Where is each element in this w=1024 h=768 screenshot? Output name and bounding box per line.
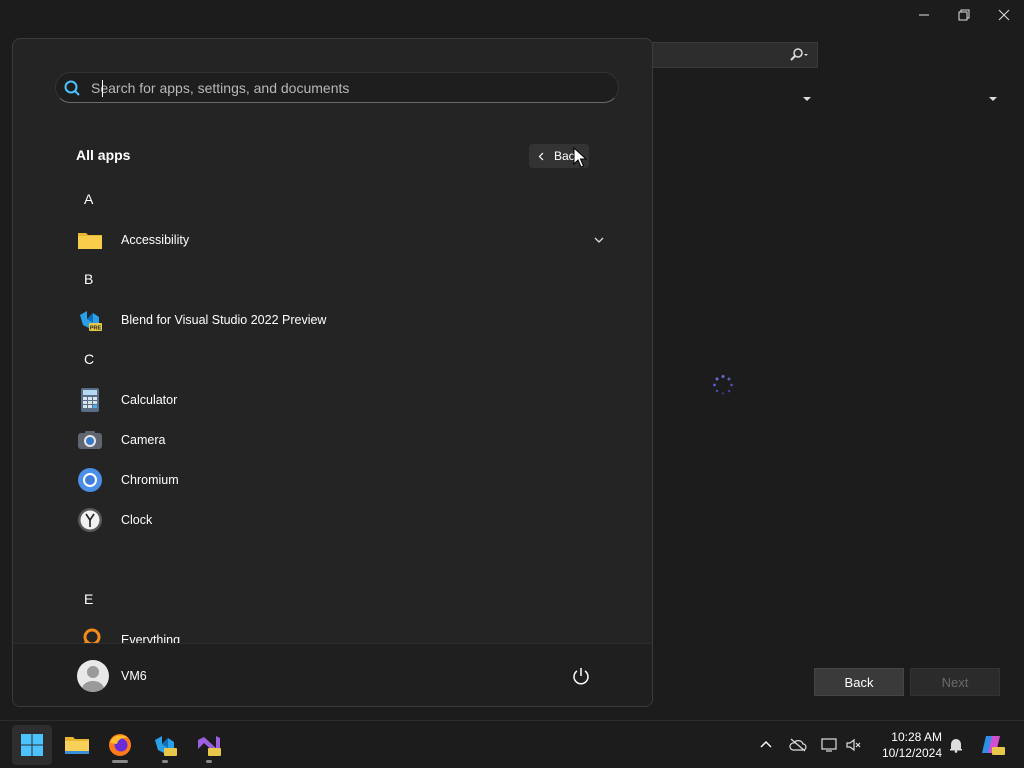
firefox-icon	[109, 734, 131, 756]
svg-text:PRE: PRE	[90, 326, 102, 332]
search-icon	[790, 48, 808, 61]
running-indicator	[112, 760, 128, 763]
clock-date: 10/12/2024	[881, 746, 942, 760]
taskbar: 10:28 AM 10/12/2024	[0, 720, 1024, 768]
chevron-left-icon	[538, 152, 544, 160]
chevron-up-icon	[760, 741, 772, 748]
text-caret	[102, 80, 103, 97]
wizard-next-button[interactable]: Next	[910, 668, 1000, 696]
start-menu-footer: VM6	[13, 643, 652, 706]
group-letter-e[interactable]: E	[84, 591, 93, 607]
minimize-icon	[919, 14, 929, 16]
folder-icon	[78, 233, 102, 249]
start-button[interactable]	[12, 725, 52, 765]
power-icon[interactable]	[571, 666, 591, 686]
camera-icon	[78, 431, 102, 449]
app-item-camera[interactable]: Camera	[65, 422, 605, 458]
calculator-icon	[81, 388, 99, 412]
windows-start-icon	[21, 734, 43, 756]
everything-icon	[83, 628, 101, 643]
app-item-blend[interactable]: PRE Blend for Visual Studio 2022 Preview	[65, 302, 605, 338]
running-indicator	[206, 760, 212, 763]
group-letter-b[interactable]: B	[84, 271, 93, 287]
close-button[interactable]	[984, 0, 1024, 30]
network-icon	[821, 738, 837, 752]
blend-icon	[155, 736, 177, 756]
file-explorer-icon	[65, 737, 89, 754]
window-controls	[904, 0, 1024, 30]
copilot-button[interactable]	[980, 735, 1006, 755]
app-label: Clock	[121, 513, 153, 527]
copilot-icon	[982, 736, 1005, 755]
all-apps-title: All apps	[76, 147, 131, 163]
running-indicator	[162, 760, 168, 763]
taskbar-firefox[interactable]	[100, 725, 140, 765]
app-list[interactable]: A Accessibility B PRE Blend for Visual S…	[13, 179, 652, 643]
clock-icon	[78, 508, 102, 532]
app-label: Accessibility	[121, 233, 190, 247]
app-label: Everything	[121, 633, 181, 643]
app-label: Chromium	[121, 473, 179, 487]
user-icon	[82, 666, 104, 692]
start-menu: All apps Back A Accessibility B	[12, 38, 653, 707]
app-label: Camera	[121, 433, 166, 447]
app-label: Calculator	[121, 393, 178, 407]
taskbar-file-explorer[interactable]	[57, 725, 97, 765]
loading-spinner-icon	[713, 375, 733, 395]
onedrive-tray-button[interactable]	[788, 735, 808, 755]
group-letter-a[interactable]: A	[84, 191, 93, 207]
app-item-everything[interactable]: Everything	[65, 622, 605, 643]
avatar[interactable]	[77, 660, 109, 692]
chromium-icon	[78, 468, 102, 492]
notifications-button[interactable]	[946, 735, 966, 755]
restore-icon	[958, 9, 970, 21]
app-item-accessibility[interactable]: Accessibility	[65, 222, 605, 258]
taskbar-blend[interactable]	[145, 725, 185, 765]
blend-icon: PRE	[80, 311, 102, 332]
show-hidden-icons-button[interactable]	[756, 735, 776, 755]
background-search-field[interactable]	[650, 42, 818, 68]
cloud-offline-icon	[789, 738, 807, 752]
chevron-down-icon[interactable]	[802, 94, 812, 104]
minimize-button[interactable]	[904, 0, 944, 30]
volume-tray-button[interactable]	[844, 735, 864, 755]
taskbar-visual-studio[interactable]	[189, 725, 229, 765]
search-icon	[64, 80, 80, 96]
app-label: Blend for Visual Studio 2022 Preview	[121, 313, 327, 327]
user-name[interactable]: VM6	[121, 669, 147, 683]
restore-button[interactable]	[944, 0, 984, 30]
app-item-chromium[interactable]: Chromium	[65, 462, 605, 498]
chevron-down-icon[interactable]	[988, 94, 998, 104]
clock-time: 10:28 AM	[891, 730, 942, 744]
network-tray-button[interactable]	[820, 735, 840, 755]
visual-studio-icon	[198, 736, 221, 756]
mouse-cursor-icon	[573, 147, 588, 168]
group-letter-c[interactable]: C	[84, 351, 94, 367]
bell-icon	[950, 739, 962, 753]
app-item-calculator[interactable]: Calculator	[65, 382, 605, 418]
taskbar-clock[interactable]: 10:28 AM 10/12/2024	[874, 729, 942, 761]
volume-muted-icon	[846, 738, 861, 752]
close-icon	[998, 9, 1010, 21]
start-search-input[interactable]	[91, 79, 591, 96]
wizard-back-button[interactable]: Back	[814, 668, 904, 696]
start-search-box[interactable]	[55, 72, 619, 103]
app-item-clock[interactable]: Clock	[65, 502, 605, 538]
chevron-down-icon[interactable]	[593, 234, 605, 246]
